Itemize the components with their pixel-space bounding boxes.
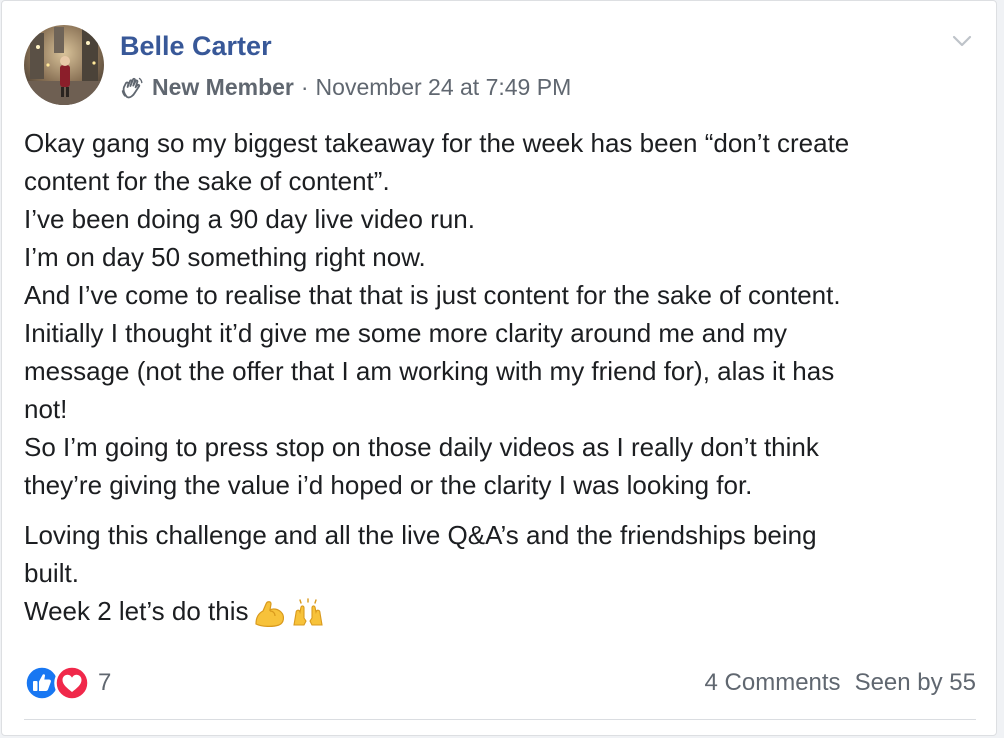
flexed-biceps-emoji <box>254 601 284 628</box>
post-timestamp[interactable]: November 24 at 7:49 PM <box>316 74 572 101</box>
seen-by-count[interactable]: Seen by 55 <box>855 669 976 697</box>
post-line: Okay gang so my biggest takeaway for the… <box>24 128 850 158</box>
post-body: Okay gang so my biggest takeaway for the… <box>24 124 974 630</box>
post-meta: New Member · November 24 at 7:49 PM <box>120 74 571 101</box>
reaction-count: 7 <box>98 669 112 696</box>
reactions-summary[interactable]: 7 <box>24 665 111 701</box>
post-line: not! <box>24 394 68 424</box>
post-footer: 7 4 Comments Seen by 55 <box>24 661 976 705</box>
post-card: Belle Carter New Member · November 24 at… <box>1 0 997 736</box>
chevron-down-icon[interactable] <box>950 29 974 53</box>
waving-hand-icon <box>121 77 143 98</box>
post-paragraph-2: Loving this challenge and all the live Q… <box>24 516 974 630</box>
post-line: they’re giving the value i’d hoped or th… <box>24 470 753 500</box>
love-icon <box>54 665 90 701</box>
post-line: content for the sake of content”. <box>24 166 390 196</box>
post-line-text: Week 2 let’s do this <box>24 596 249 626</box>
comments-count-link[interactable]: 4 Comments <box>705 669 841 697</box>
meta-separator: · <box>300 74 309 100</box>
post-line: I’ve been doing a 90 day live video run. <box>24 204 475 234</box>
post-line: Initially I thought it’d give me some mo… <box>24 318 788 348</box>
post-paragraph-1: Okay gang so my biggest takeaway for the… <box>24 124 974 504</box>
post-line: And I’ve come to realise that that is ju… <box>24 280 841 310</box>
raising-hands-emoji <box>292 598 323 626</box>
post-line: So I’m going to press stop on those dail… <box>24 432 819 462</box>
post-line-with-emoji: Week 2 let’s do this <box>24 592 974 630</box>
post-line: Loving this challenge and all the live Q… <box>24 520 817 550</box>
author-avatar[interactable] <box>24 25 104 105</box>
post-line: built. <box>24 558 79 588</box>
avatar-photo <box>24 25 104 105</box>
post-stats: 4 Comments Seen by 55 <box>705 669 976 697</box>
footer-divider <box>24 719 976 720</box>
post-line: I’m on day 50 something right now. <box>24 242 426 272</box>
author-name-link[interactable]: Belle Carter <box>120 31 272 62</box>
post-line: message (not the offer that I am working… <box>24 356 835 386</box>
member-badge-label[interactable]: New Member <box>152 74 294 101</box>
